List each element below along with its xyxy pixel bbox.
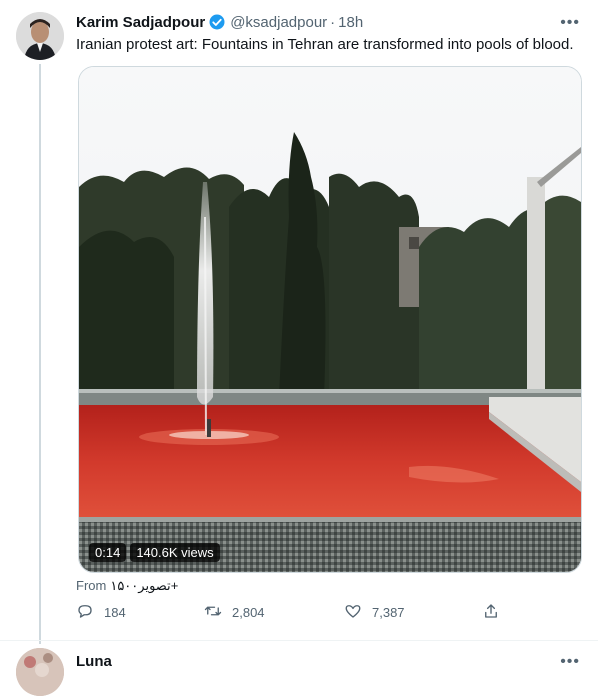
- reply-more-icon[interactable]: •••: [560, 653, 580, 671]
- reply-icon: [76, 602, 94, 623]
- reply-count: 184: [104, 605, 126, 620]
- like-icon: [344, 602, 362, 623]
- video-duration: 0:14: [89, 543, 127, 562]
- more-icon[interactable]: •••: [560, 14, 580, 32]
- video-player[interactable]: 0:14 140.6K views: [78, 66, 582, 573]
- retweet-count: 2,804: [232, 605, 265, 620]
- share-button[interactable]: [482, 602, 500, 623]
- video-overlay: 0:14 140.6K views: [89, 543, 220, 562]
- reply-author-name[interactable]: Luna: [76, 653, 112, 670]
- tweet-header: Karim Sadjadpour @ksadjadpour · 18h: [76, 12, 582, 32]
- like-count: 7,387: [372, 605, 405, 620]
- author-avatar[interactable]: [16, 12, 64, 60]
- author-handle[interactable]: @ksadjadpour: [230, 14, 327, 31]
- reply-button[interactable]: 184: [76, 602, 126, 623]
- retweet-button[interactable]: 2,804: [204, 602, 265, 623]
- reply-author-avatar[interactable]: [16, 648, 64, 696]
- source-app-link[interactable]: تصویر۱۵۰۰+: [110, 578, 178, 593]
- tweet-actions: 184 2,804 7,387: [70, 602, 510, 628]
- video-views: 140.6K views: [130, 543, 220, 562]
- tweet-timestamp[interactable]: 18h: [338, 14, 363, 31]
- author-name[interactable]: Karim Sadjadpour: [76, 14, 205, 31]
- verified-badge-icon: [208, 13, 226, 31]
- tweet-divider: [0, 640, 598, 641]
- video-frame: [79, 67, 581, 572]
- source-line: From تصویر۱۵۰۰+: [76, 578, 178, 594]
- thread-connector-line: [39, 64, 41, 644]
- like-button[interactable]: 7,387: [344, 602, 405, 623]
- separator-dot: ·: [330, 13, 336, 31]
- tweet-text: Iranian protest art: Fountains in Tehran…: [76, 36, 574, 53]
- source-prefix: From: [76, 578, 107, 593]
- retweet-icon: [204, 602, 222, 623]
- share-icon: [482, 602, 500, 623]
